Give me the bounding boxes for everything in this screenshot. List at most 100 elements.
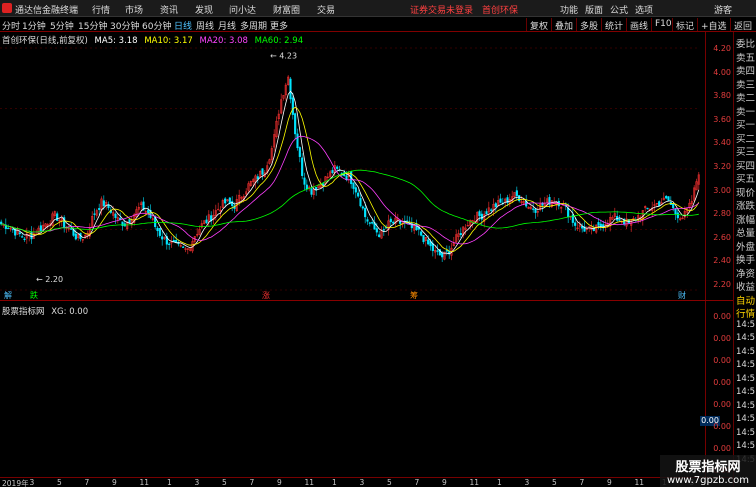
app-logo-icon (2, 3, 12, 13)
period-more[interactable]: 更多 (270, 19, 288, 32)
btn-adjust[interactable]: 复权 (526, 18, 551, 32)
event-marker[interactable]: 涨 (262, 290, 270, 299)
btn-multi[interactable]: 多股 (576, 18, 601, 32)
event-marker[interactable]: 跌 (30, 290, 38, 299)
quote-panel: 委比 卖五 卖四 卖三 卖二 卖一 买一 买二 买三 买四 买五 现价 涨跌 涨幅 总量 外盘 换手 净资 收益 自动… (733, 32, 756, 487)
candle-body (672, 203, 675, 209)
price-axis-label: 4.20 (713, 44, 731, 53)
candle-body (331, 170, 334, 173)
time-axis-label: 11 (139, 478, 150, 487)
candle-body (532, 208, 535, 210)
quote-label: 卖五 (736, 52, 756, 64)
time-axis-label: 3 (29, 478, 35, 487)
candle-body (445, 250, 448, 252)
quote-label: 14:5 (736, 373, 756, 384)
indicator-axis-label: 0.00 (713, 378, 731, 387)
user-label[interactable]: 游客 (714, 3, 732, 16)
quote-label: 外盘 (736, 241, 756, 253)
period-30min[interactable]: 30分钟 (110, 19, 139, 32)
menu-discover[interactable]: 发现 (195, 3, 213, 16)
time-axis-label: 5 (552, 478, 557, 487)
event-marker[interactable]: 筹 (410, 290, 418, 299)
period-monthly[interactable]: 月线 (218, 19, 236, 32)
event-marker[interactable]: 解 (4, 290, 12, 299)
quote-label: 行情 (736, 309, 756, 320)
quote-label: 自动 (736, 295, 756, 307)
btn-mark[interactable]: 标记 (672, 18, 697, 32)
menu-ask[interactable]: 问小达 (229, 3, 256, 16)
time-axis-label: 5 (222, 478, 227, 487)
menu-trade[interactable]: 交易 (317, 3, 335, 16)
candle-body (11, 228, 14, 231)
price-axis-label: 3.00 (713, 185, 731, 195)
candle-body (98, 208, 101, 210)
period-1min[interactable]: 1分钟 (22, 19, 46, 32)
candle-body (310, 188, 313, 195)
quote-label: 买一 (736, 120, 756, 131)
candle-body (217, 208, 220, 211)
event-marker[interactable]: 财 (678, 290, 686, 299)
candle-body (646, 207, 649, 210)
candle-body (399, 221, 402, 224)
candle-body (7, 227, 10, 230)
indicator-axis-label: 0.00 (713, 312, 731, 321)
high-price-label: ← 4.23 (270, 52, 297, 61)
title-bar: 通达信金融终端 行情 市场 资讯 发现 问小达 财富圈 交易 证券交易未登录 首… (0, 0, 756, 17)
candle-body (296, 133, 299, 149)
menu-wealth[interactable]: 财富圈 (273, 3, 300, 16)
btn-favorite[interactable]: +自选 (697, 18, 730, 32)
period-60min[interactable]: 60分钟 (142, 19, 171, 32)
candle-body (261, 168, 264, 175)
login-notice[interactable]: 证券交易未登录 (410, 3, 473, 16)
candle-body (658, 201, 661, 207)
candle-body (480, 213, 483, 220)
menu-function[interactable]: 功能 (560, 3, 578, 16)
menu-news[interactable]: 资讯 (160, 3, 178, 16)
menu-market[interactable]: 市场 (125, 3, 143, 16)
menu-quotes[interactable]: 行情 (92, 3, 110, 16)
menu-options[interactable]: 选项 (635, 3, 653, 16)
pane-divider[interactable] (0, 300, 733, 301)
period-daily[interactable]: 日线 (174, 19, 192, 32)
time-axis-label: 3 (359, 478, 365, 487)
quote-label: 委比 (736, 39, 756, 50)
period-15min[interactable]: 15分钟 (78, 19, 107, 32)
candle-body (161, 236, 164, 240)
candle-body (420, 231, 423, 236)
candle-body (352, 182, 355, 189)
candle-body (494, 203, 497, 207)
period-intraday[interactable]: 分时 (2, 19, 20, 32)
btn-draw[interactable]: 画线 (626, 18, 651, 32)
candle-body (301, 157, 304, 176)
time-axis-label: 7 (414, 478, 420, 487)
quote-label: 净资 (736, 268, 756, 280)
menu-formula[interactable]: 公式 (610, 3, 628, 16)
candle-body (534, 208, 537, 213)
quote-label: 14:5 (736, 441, 756, 451)
candle-body (667, 196, 670, 201)
btn-overlay[interactable]: 叠加 (551, 18, 576, 32)
kline-chart[interactable]: ← 4.23 ← 2.20 解 跌 涨 筹 财 (0, 32, 705, 299)
price-axis-label: 2.40 (713, 256, 731, 266)
quote-label: 换手 (736, 255, 756, 266)
time-axis-label: 11 (469, 478, 480, 487)
candle-body (574, 222, 577, 226)
time-axis-label: 9 (112, 478, 117, 487)
period-5min[interactable]: 5分钟 (50, 19, 74, 32)
btn-back[interactable]: 返回 (730, 18, 756, 32)
low-price-label: ← 2.20 (36, 275, 63, 284)
candle-body (485, 211, 488, 215)
period-weekly[interactable]: 周线 (196, 19, 214, 32)
candle-body (205, 219, 208, 224)
candle-body (599, 223, 602, 228)
candle-body (490, 209, 493, 211)
indicator-axis-label: 0.00 (713, 444, 731, 453)
candle-body (23, 238, 26, 241)
candle-body (21, 236, 24, 238)
btn-stats[interactable]: 统计 (601, 18, 626, 32)
menu-layout[interactable]: 版面 (585, 3, 603, 16)
candle-body (378, 234, 381, 238)
period-multi[interactable]: 多周期 (240, 19, 267, 32)
time-axis-label: 3 (194, 478, 200, 487)
time-axis-label: 7 (579, 478, 585, 487)
